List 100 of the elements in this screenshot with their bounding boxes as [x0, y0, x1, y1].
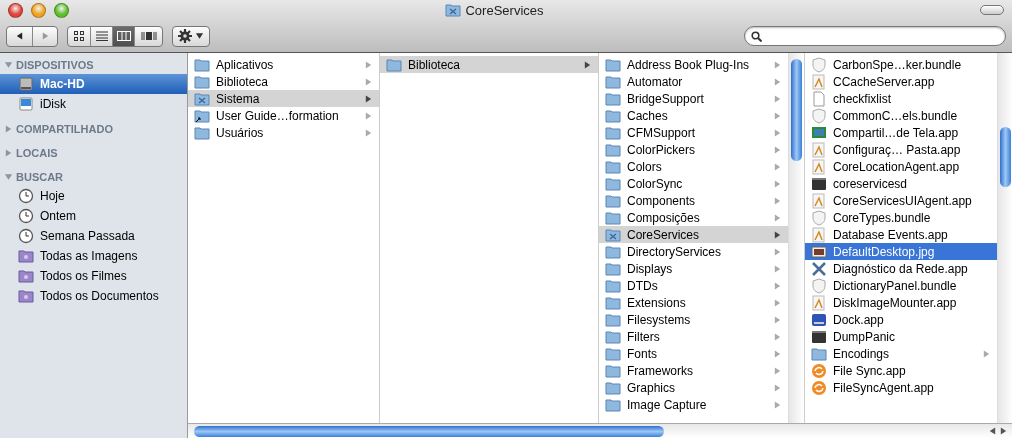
- file-row[interactable]: Compartil…de Tela.app: [805, 124, 997, 141]
- file-row[interactable]: CoreServices: [599, 226, 788, 243]
- folder-icon: [605, 311, 621, 328]
- app-icon: [811, 294, 827, 311]
- minimize-button[interactable]: [31, 2, 46, 18]
- image-icon: [811, 243, 827, 260]
- folder-icon: [605, 209, 621, 226]
- file-row[interactable]: Filters: [599, 328, 788, 345]
- file-row[interactable]: Extensions: [599, 294, 788, 311]
- file-row[interactable]: checkfixlist: [805, 90, 997, 107]
- file-row[interactable]: Biblioteca: [380, 56, 598, 73]
- file-row[interactable]: Composições: [599, 209, 788, 226]
- list-icon: [95, 31, 108, 41]
- folder-icon: [605, 192, 621, 209]
- disclosure-icon: [773, 229, 782, 240]
- file-row[interactable]: Frameworks: [599, 362, 788, 379]
- folder-icon: [605, 345, 621, 362]
- zoom-button[interactable]: [54, 2, 69, 18]
- file-row[interactable]: DumpPanic: [805, 328, 997, 345]
- file-row[interactable]: Usuários: [188, 124, 379, 141]
- horizontal-scrollbar[interactable]: [188, 423, 1012, 438]
- folder-icon: [605, 107, 621, 124]
- scrollbar[interactable]: [788, 53, 804, 423]
- folder-icon: [18, 288, 34, 304]
- sidebar-item[interactable]: Todos os Documentos: [0, 286, 187, 306]
- shield-icon: [811, 107, 827, 124]
- file-row[interactable]: Colors: [599, 158, 788, 175]
- disclosure-icon: [773, 365, 782, 376]
- folder-icon: [386, 56, 402, 73]
- file-row[interactable]: BridgeSupport: [599, 90, 788, 107]
- disclosure-icon: [773, 246, 782, 257]
- folder-icon: [605, 260, 621, 277]
- file-row[interactable]: Biblioteca: [188, 73, 379, 90]
- disclosure-icon: [773, 297, 782, 308]
- sidebar-item[interactable]: Todas as Imagens: [0, 246, 187, 266]
- disclosure-icon: [773, 93, 782, 104]
- file-row[interactable]: Diagnóstico da Rede.app: [805, 260, 997, 277]
- toolbar-toggle-button[interactable]: [980, 5, 1004, 15]
- file-row[interactable]: Caches: [599, 107, 788, 124]
- file-row[interactable]: Fonts: [599, 345, 788, 362]
- file-row[interactable]: coreservicesd: [805, 175, 997, 192]
- view-mode-button[interactable]: [112, 26, 134, 46]
- disclosure-icon: [773, 331, 782, 342]
- file-row[interactable]: CCacheServer.app: [805, 73, 997, 90]
- file-row[interactable]: CarbonSpe…ker.bundle: [805, 56, 997, 73]
- file-row[interactable]: CoreServicesUIAgent.app: [805, 192, 997, 209]
- file-row[interactable]: CommonC…els.bundle: [805, 107, 997, 124]
- file-row[interactable]: DTDs: [599, 277, 788, 294]
- file-row[interactable]: Image Capture: [599, 396, 788, 413]
- disclosure-icon: [583, 59, 592, 70]
- file-row[interactable]: Graphics: [599, 379, 788, 396]
- file-row[interactable]: ColorPickers: [599, 141, 788, 158]
- folder-icon: [605, 277, 621, 294]
- sidebar-item[interactable]: Ontem: [0, 206, 187, 226]
- file-row[interactable]: DiskImageMounter.app: [805, 294, 997, 311]
- search-field[interactable]: [744, 26, 1006, 46]
- file-row[interactable]: CoreTypes.bundle: [805, 209, 997, 226]
- file-row[interactable]: DictionaryPanel.bundle: [805, 277, 997, 294]
- file-row[interactable]: Database Events.app: [805, 226, 997, 243]
- disclosure-icon: [364, 59, 373, 70]
- disclosure-icon: [773, 263, 782, 274]
- file-row[interactable]: CFMSupport: [599, 124, 788, 141]
- folder-icon: [605, 141, 621, 158]
- expand-icon: [4, 148, 13, 158]
- clock-icon: [18, 188, 34, 204]
- file-row[interactable]: Displays: [599, 260, 788, 277]
- file-row[interactable]: ColorSync: [599, 175, 788, 192]
- folder-icon: [18, 248, 34, 264]
- file-row[interactable]: Filesystems: [599, 311, 788, 328]
- scrollbar[interactable]: [997, 53, 1012, 423]
- sidebar-item[interactable]: Semana Passada: [0, 226, 187, 246]
- sidebar-item[interactable]: iDisk: [0, 94, 187, 114]
- file-row[interactable]: FileSyncAgent.app: [805, 379, 997, 396]
- folder-icon: [605, 175, 621, 192]
- file-row[interactable]: File Sync.app: [805, 362, 997, 379]
- sync-icon: [811, 379, 827, 396]
- sidebar-item[interactable]: Mac-HD: [0, 74, 187, 94]
- file-row[interactable]: User Guide…formation: [188, 107, 379, 124]
- disclosure-icon: [773, 280, 782, 291]
- file-row[interactable]: Components: [599, 192, 788, 209]
- file-row[interactable]: DefaultDesktop.jpg: [805, 243, 997, 260]
- file-row[interactable]: Sistema: [188, 90, 379, 107]
- file-row[interactable]: Encodings: [805, 345, 997, 362]
- close-button[interactable]: [8, 2, 23, 18]
- file-row[interactable]: Automator: [599, 73, 788, 90]
- settings-icon: [178, 29, 192, 43]
- file-row[interactable]: CoreLocationAgent.app: [805, 158, 997, 175]
- collapse-icon: [4, 60, 13, 70]
- file-row[interactable]: Aplicativos: [188, 56, 379, 73]
- file-row[interactable]: Dock.app: [805, 311, 997, 328]
- file-row[interactable]: DirectoryServices: [599, 243, 788, 260]
- folder-icon: [605, 56, 621, 73]
- sidebar-item[interactable]: Hoje: [0, 186, 187, 206]
- file-row[interactable]: Configuraç… Pasta.app: [805, 141, 997, 158]
- action-button[interactable]: [172, 25, 210, 47]
- file-row[interactable]: Address Book Plug-Ins: [599, 56, 788, 73]
- sidebar-item[interactable]: Todos os Filmes: [0, 266, 187, 286]
- disclosure-icon: [773, 59, 782, 70]
- folder-icon: [605, 73, 621, 90]
- folder-icon: [194, 124, 210, 141]
